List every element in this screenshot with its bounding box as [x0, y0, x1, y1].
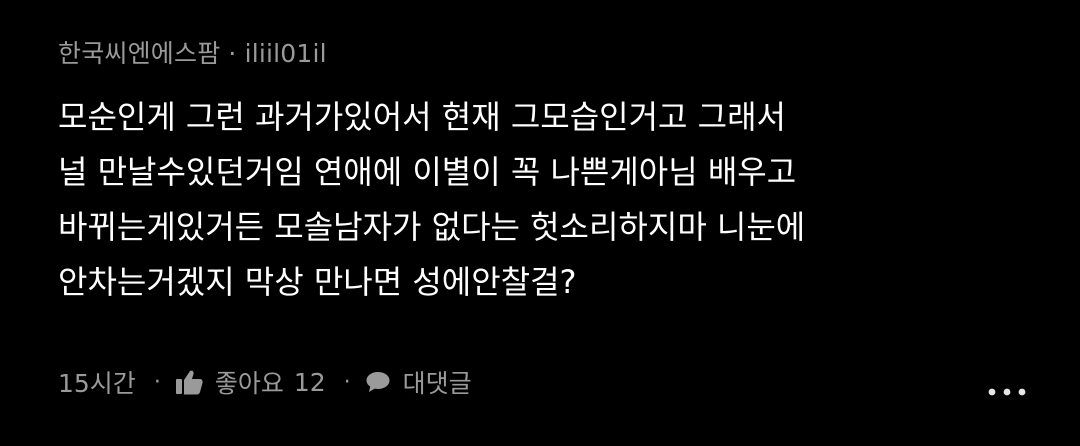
like-label: 좋아요	[214, 369, 284, 398]
comment-card: 한국씨엔에스팜 · iliil01il 모순인게 그런 과거가있어서 현재 그모습인…	[58, 0, 1048, 446]
comment-timestamp: 15시간	[58, 369, 136, 398]
comment-actions: 15시간 · 좋아요 12 · 대댓글	[58, 362, 472, 402]
chat-bubble-icon	[365, 370, 391, 394]
meta-separator: ·	[228, 39, 237, 68]
comment-line: 바뀌는게있거든 모솔남자가 없다는 헛소리하지마 니눈에	[58, 208, 806, 246]
like-count: 12	[293, 367, 326, 397]
reply-label: 대댓글	[402, 369, 472, 398]
thumbs-up-icon	[175, 369, 203, 395]
action-separator: ·	[343, 369, 351, 395]
comment-line: 널 만날수있던거임 연애에 이별이 꼭 나쁜게아님 배우고	[58, 153, 797, 191]
comment-line: 모순인게 그런 과거가있어서 현재 그모습인거고 그래서	[58, 98, 786, 136]
comment-line: 안차는거겠지 막상 만나면 성에안찰걸?	[58, 263, 577, 301]
comment-body: 모순인게 그런 과거가있어서 현재 그모습인거고 그래서 널 만날수있던거임 연…	[58, 90, 938, 310]
author-name[interactable]: 한국씨엔에스팜	[58, 39, 220, 68]
reply-button[interactable]: 대댓글	[365, 364, 472, 400]
like-button[interactable]: 좋아요 12	[175, 364, 326, 400]
author-handle[interactable]: iliil01il	[245, 39, 327, 68]
more-dots-icon	[984, 387, 1030, 406]
action-separator: ·	[153, 369, 161, 395]
more-options-button[interactable]	[984, 378, 1030, 402]
comment-meta: 한국씨엔에스팜 · iliil01il	[58, 34, 327, 70]
